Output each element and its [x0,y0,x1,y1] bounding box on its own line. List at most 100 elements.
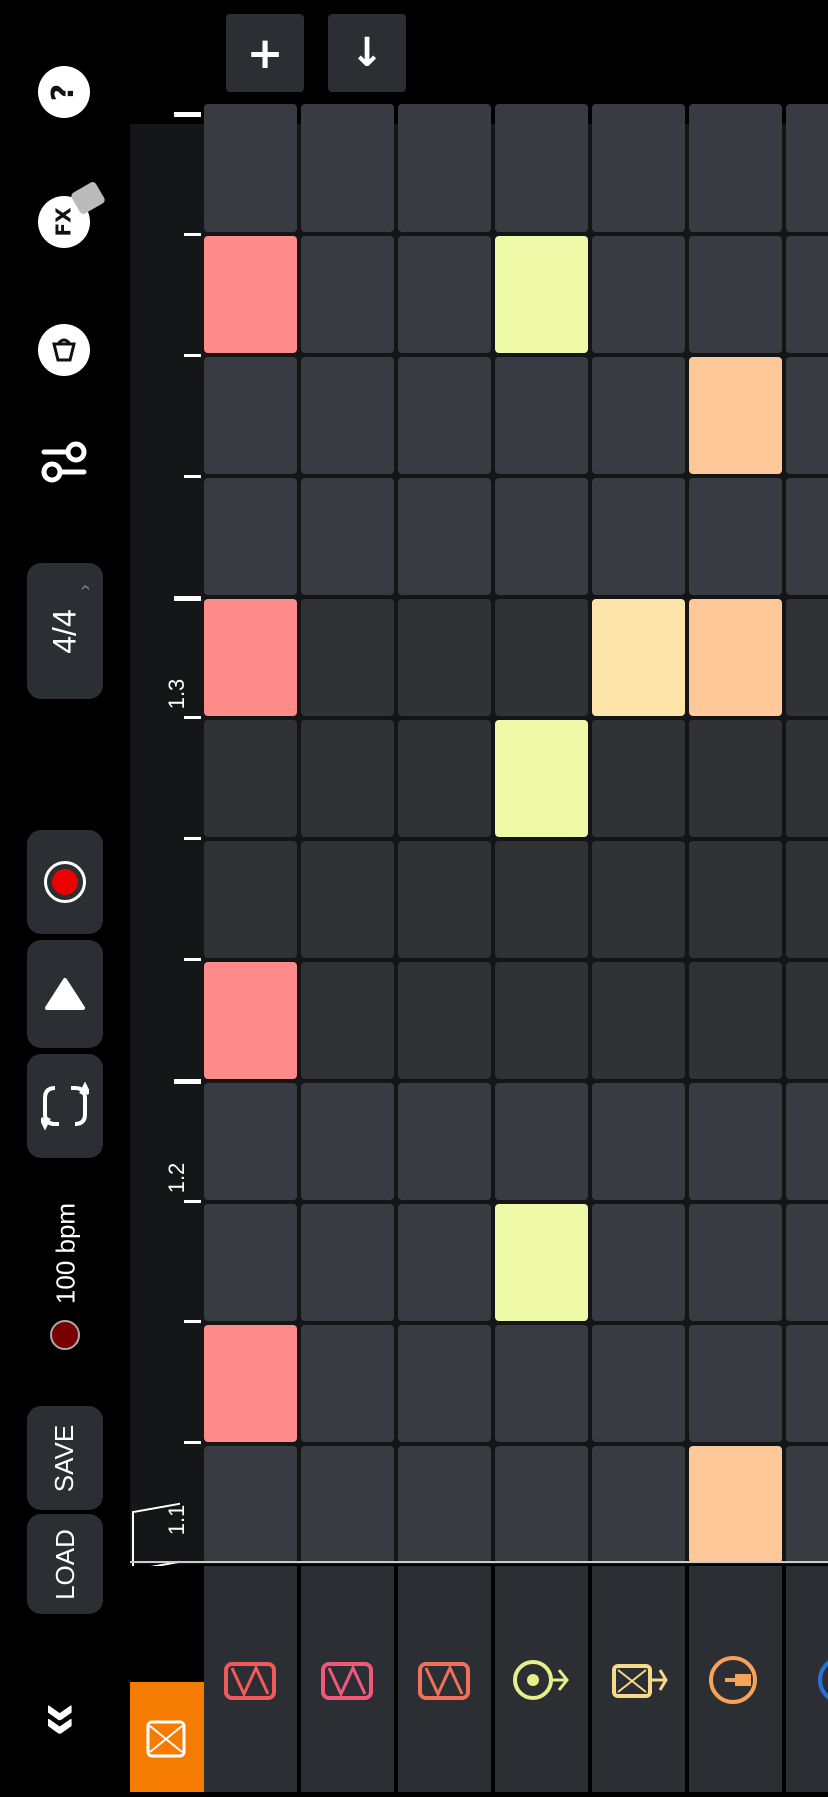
step-cell[interactable] [495,1446,588,1563]
step-cell[interactable] [301,1446,394,1563]
instrument-slot-cymbal-drum[interactable] [592,1566,685,1792]
step-cell[interactable] [398,1083,491,1200]
sample-bucket-button[interactable] [38,324,90,376]
step-cell[interactable] [398,1446,491,1563]
instrument-slot-extra[interactable] [786,1566,828,1792]
step-cell[interactable] [689,1083,782,1200]
step-cell[interactable] [204,841,297,958]
step-cell[interactable] [495,599,588,716]
step-cell-active[interactable] [689,357,782,474]
step-cell-active[interactable] [592,599,685,716]
step-cell[interactable] [301,236,394,353]
step-cell[interactable] [398,720,491,837]
tempo-control[interactable]: 100 bpm [28,1190,104,1370]
instrument-slot-snare-drum-2[interactable] [301,1566,394,1792]
step-cell[interactable] [592,478,685,595]
step-cell[interactable] [204,357,297,474]
step-cell[interactable] [495,478,588,595]
step-cell[interactable] [786,1083,828,1200]
step-cell[interactable] [301,1204,394,1321]
step-cell[interactable] [592,962,685,1079]
step-cell[interactable] [204,1083,297,1200]
step-cell[interactable] [786,1204,828,1321]
step-cell[interactable] [398,478,491,595]
step-cell[interactable] [786,1325,828,1442]
step-cell[interactable] [786,841,828,958]
step-cell[interactable] [786,357,828,474]
step-cell[interactable] [592,1325,685,1442]
step-cell[interactable] [398,599,491,716]
save-button[interactable]: SAVE [27,1406,103,1510]
step-cell[interactable] [689,1325,782,1442]
step-cell[interactable] [592,357,685,474]
step-cell[interactable] [398,841,491,958]
step-cell-active[interactable] [495,1204,588,1321]
step-cell[interactable] [301,1325,394,1442]
step-cell-active[interactable] [495,236,588,353]
step-cell[interactable] [689,841,782,958]
settings-button[interactable] [36,434,92,490]
step-cell[interactable] [786,720,828,837]
step-cell[interactable] [786,104,828,210]
step-cell[interactable] [592,1083,685,1200]
play-button[interactable] [27,940,103,1048]
step-cell[interactable] [689,1204,782,1321]
step-cell-active[interactable] [204,236,297,353]
drum-kit-tab[interactable] [130,1682,204,1792]
step-cell[interactable] [204,478,297,595]
step-cell[interactable] [204,720,297,837]
load-button[interactable]: LOAD [27,1514,103,1614]
step-cell[interactable] [689,720,782,837]
step-cell[interactable] [495,841,588,958]
step-cell[interactable] [204,1204,297,1321]
step-cell[interactable] [786,962,828,1079]
step-cell[interactable] [592,236,685,353]
step-cell[interactable] [398,357,491,474]
step-cell[interactable] [398,236,491,353]
step-cell-active[interactable] [689,599,782,716]
step-cell[interactable] [592,1446,685,1563]
step-cell[interactable] [592,841,685,958]
loop-button[interactable] [27,1054,103,1158]
instrument-slot-tom[interactable] [689,1566,782,1792]
step-cell[interactable] [592,720,685,837]
step-cell[interactable] [301,962,394,1079]
step-cell[interactable] [689,962,782,1079]
instrument-slot-snare-drum-1[interactable] [204,1566,297,1792]
instrument-slot-hi-hat[interactable] [495,1566,588,1792]
step-cell[interactable] [689,104,782,210]
step-cell[interactable] [495,357,588,474]
instrument-slot-snare-drum-3[interactable] [398,1566,491,1792]
step-cell[interactable] [495,1083,588,1200]
record-button[interactable] [27,830,103,934]
step-cell[interactable] [592,104,685,210]
step-cell[interactable] [495,1325,588,1442]
step-grid[interactable] [204,104,828,1564]
download-button[interactable]: ↓ [328,14,406,92]
step-cell[interactable] [301,104,394,210]
step-cell[interactable] [398,104,491,210]
step-cell[interactable] [786,236,828,353]
step-cell-active[interactable] [204,599,297,716]
step-cell[interactable] [495,962,588,1079]
help-button[interactable]: ? [38,66,90,118]
step-cell[interactable] [398,1325,491,1442]
step-cell[interactable] [786,1446,828,1563]
step-cell[interactable] [689,478,782,595]
step-cell-active[interactable] [495,720,588,837]
step-cell[interactable] [204,1446,297,1563]
step-cell[interactable] [301,599,394,716]
step-cell[interactable] [495,104,588,210]
step-cell[interactable] [301,357,394,474]
step-cell[interactable] [204,104,297,210]
add-track-button[interactable]: + [226,14,304,92]
step-cell[interactable] [301,478,394,595]
step-cell[interactable] [592,1204,685,1321]
step-cell-active[interactable] [204,962,297,1079]
collapse-button[interactable]: » [30,1684,100,1754]
step-cell-active[interactable] [689,1446,782,1563]
step-cell[interactable] [398,1204,491,1321]
time-signature-button[interactable]: 4/4 › [27,563,103,699]
step-cell[interactable] [398,962,491,1079]
step-cell[interactable] [301,720,394,837]
